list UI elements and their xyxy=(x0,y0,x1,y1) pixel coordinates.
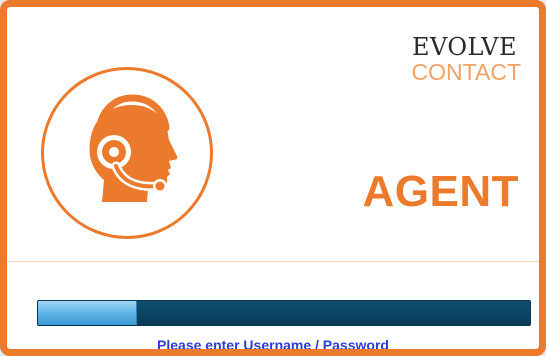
progress-fill xyxy=(38,301,138,325)
divider xyxy=(7,261,539,262)
brand-name-primary: EVOLVE xyxy=(411,33,517,61)
brand-name-secondary: CONTACT xyxy=(411,59,521,85)
splash-window: EVOLVE CONTACT AGENT Please enter Userna… xyxy=(0,0,546,356)
app-title: AGENT xyxy=(362,167,519,216)
headset-agent-graphic xyxy=(89,94,178,202)
headset-agent-icon xyxy=(41,67,213,239)
loading-progress-bar xyxy=(37,300,531,326)
status-message: Please enter Username / Password xyxy=(157,337,389,353)
